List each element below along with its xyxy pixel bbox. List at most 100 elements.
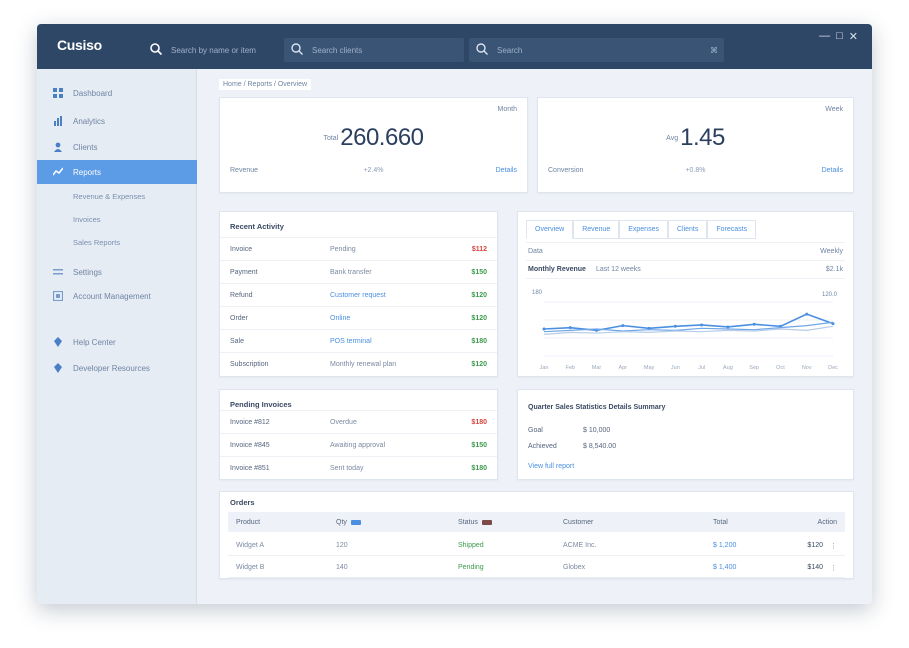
item-name: Payment — [230, 269, 258, 276]
full-report-link[interactable]: View full report — [528, 463, 574, 470]
chart-subtitle: Last 12 weeks — [596, 266, 641, 273]
item-amount: $180 — [471, 419, 487, 426]
sidebar-subitem-sales-reports[interactable]: Sales Reports — [37, 230, 197, 254]
sidebar-item-developer-resources[interactable]: Developer Resources — [37, 356, 197, 380]
main-search-input[interactable]: Search ⌘ — [469, 38, 724, 62]
sidebar-item-dashboard[interactable]: Dashboard — [37, 81, 197, 105]
item-name: Invoice #812 — [230, 419, 270, 426]
x-tick-label: Dec — [828, 365, 838, 371]
item-detail: Bank transfer — [330, 269, 372, 276]
sidebar-item-help-center[interactable]: Help Center — [37, 330, 197, 354]
tab-clients[interactable]: Clients — [667, 220, 708, 239]
tab-expenses[interactable]: Expenses — [619, 220, 668, 239]
table-row[interactable]: Widget A 120 Shipped ACME Inc. $ 1,200 $120 ⋮ — [228, 534, 845, 556]
data-point[interactable] — [700, 323, 704, 327]
list-item[interactable]: Refund Customer request $120 — [220, 283, 497, 306]
column-header[interactable]: Status — [458, 519, 492, 526]
global-search[interactable]: Search by name or item — [143, 38, 283, 62]
sidebar-item-clients[interactable]: Clients — [37, 135, 197, 159]
column-header[interactable]: Action — [818, 519, 837, 526]
kpi-period[interactable]: Week — [825, 106, 843, 113]
list-item[interactable]: Sale POS terminal $180 — [220, 329, 497, 352]
list-item[interactable]: Order Online $120 — [220, 306, 497, 329]
window-controls: — □ ✕ — [819, 30, 858, 43]
x-tick-label: Oct — [776, 365, 785, 371]
series-line-0 — [543, 313, 834, 332]
kpi-period[interactable]: Month — [498, 106, 517, 113]
data-point[interactable] — [726, 325, 730, 329]
data-point[interactable] — [752, 322, 756, 326]
table-cell-product: Widget A — [236, 542, 265, 549]
code-icon — [53, 363, 63, 373]
chart-tabs: Overview Revenue Expenses Clients Foreca… — [526, 220, 757, 239]
minimize-button[interactable]: — — [819, 30, 830, 43]
chart-row-label: Data — [528, 248, 543, 255]
sidebar-item-account-management[interactable]: Account Management — [37, 284, 197, 308]
x-tick-label: Aug — [723, 365, 733, 371]
search-placeholder: Search clients — [312, 45, 363, 55]
list-item[interactable]: Invoice #851 Sent today $180 — [220, 456, 497, 479]
close-button[interactable]: ✕ — [849, 30, 858, 43]
list-item[interactable]: Invoice #812 Overdue $180 — [220, 410, 497, 433]
sidebar-subitem-invoices[interactable]: Invoices — [37, 207, 197, 231]
item-name: Order — [230, 315, 248, 322]
list-item[interactable]: Subscription Monthly renewal plan $120 — [220, 352, 497, 375]
table-cell-status: Shipped — [458, 542, 484, 549]
maximize-button[interactable]: □ — [836, 30, 843, 43]
search-icon — [290, 42, 306, 58]
kpi-details-link[interactable]: Details — [822, 167, 843, 174]
data-point[interactable] — [542, 327, 546, 331]
item-name: Subscription — [230, 361, 269, 368]
kpi-details-link[interactable]: Details — [496, 167, 517, 174]
data-point[interactable] — [673, 324, 677, 328]
item-amount: $150 — [471, 269, 487, 276]
column-header[interactable]: Customer — [563, 519, 593, 526]
table-cell-action[interactable]: ⋮ — [830, 564, 837, 572]
sidebar-item-label: Developer Resources — [73, 363, 150, 373]
item-detail: Awaiting approval — [330, 442, 386, 449]
app-logo[interactable]: Cusiso — [57, 37, 102, 53]
tab-overview[interactable]: Overview — [526, 220, 574, 239]
data-point[interactable] — [621, 324, 625, 328]
sidebar-item-analytics[interactable]: Analytics — [37, 109, 197, 133]
chart-range-select[interactable]: Weekly — [820, 248, 843, 255]
list-item[interactable]: Invoice #845 Awaiting approval $150 — [220, 433, 497, 456]
column-header[interactable]: Product — [236, 519, 260, 526]
line-chart: Jan Feb Mar Apr May Jun Jul Aug Sep Oct Nov Dec — [540, 301, 838, 371]
sidebar-subitem-revenue-expenses[interactable]: Revenue & Expenses — [37, 184, 197, 208]
list-item[interactable]: Invoice Pending $112 — [220, 237, 497, 260]
item-amount: $150 — [471, 442, 487, 449]
sidebar-item-label: Help Center — [73, 337, 116, 347]
tab-forecasts[interactable]: Forecasts — [707, 220, 757, 239]
sidebar-item-label: Settings — [73, 267, 102, 277]
column-header[interactable]: Qty — [336, 519, 361, 526]
card-title: Orders — [230, 498, 255, 507]
sort-tag — [481, 519, 492, 525]
app-window: Cusiso Search by name or item Search cli… — [37, 24, 872, 604]
item-amount: $180 — [471, 465, 487, 472]
data-point[interactable] — [805, 312, 809, 316]
item-name: Refund — [230, 292, 253, 299]
sidebar-item-settings[interactable]: Settings — [37, 260, 197, 284]
kpi-change: +2.4% — [363, 167, 384, 174]
data-point[interactable] — [568, 326, 572, 330]
item-detail[interactable]: Customer request — [330, 292, 386, 299]
chart-icon — [53, 116, 63, 126]
table-cell-action[interactable]: ⋮ — [830, 542, 837, 550]
tab-revenue[interactable]: Revenue — [573, 220, 620, 239]
table-row[interactable]: Widget B 140 Pending Globex $ 1,400 $140 ⋮ — [228, 556, 845, 578]
list-item[interactable]: Payment Bank transfer $150 — [220, 260, 497, 283]
table-cell-total: $ 1,400 — [713, 564, 737, 571]
sidebar-item-reports[interactable]: Reports — [37, 160, 197, 184]
kpi-value: 260.660 — [340, 124, 424, 151]
item-detail[interactable]: Online — [330, 315, 350, 322]
item-detail[interactable]: POS terminal — [330, 338, 372, 345]
goal-label: Goal — [528, 427, 543, 434]
x-tick-label: Nov — [802, 365, 812, 371]
kpi-value-wrap: Total260.660 — [220, 124, 527, 152]
dashboard-icon — [53, 88, 63, 98]
search-placeholder: Search — [497, 45, 523, 55]
column-header[interactable]: Total — [713, 519, 728, 526]
table-header: Product Qty Status Customer Total Action — [228, 512, 845, 532]
client-search-input[interactable]: Search clients — [284, 38, 464, 62]
